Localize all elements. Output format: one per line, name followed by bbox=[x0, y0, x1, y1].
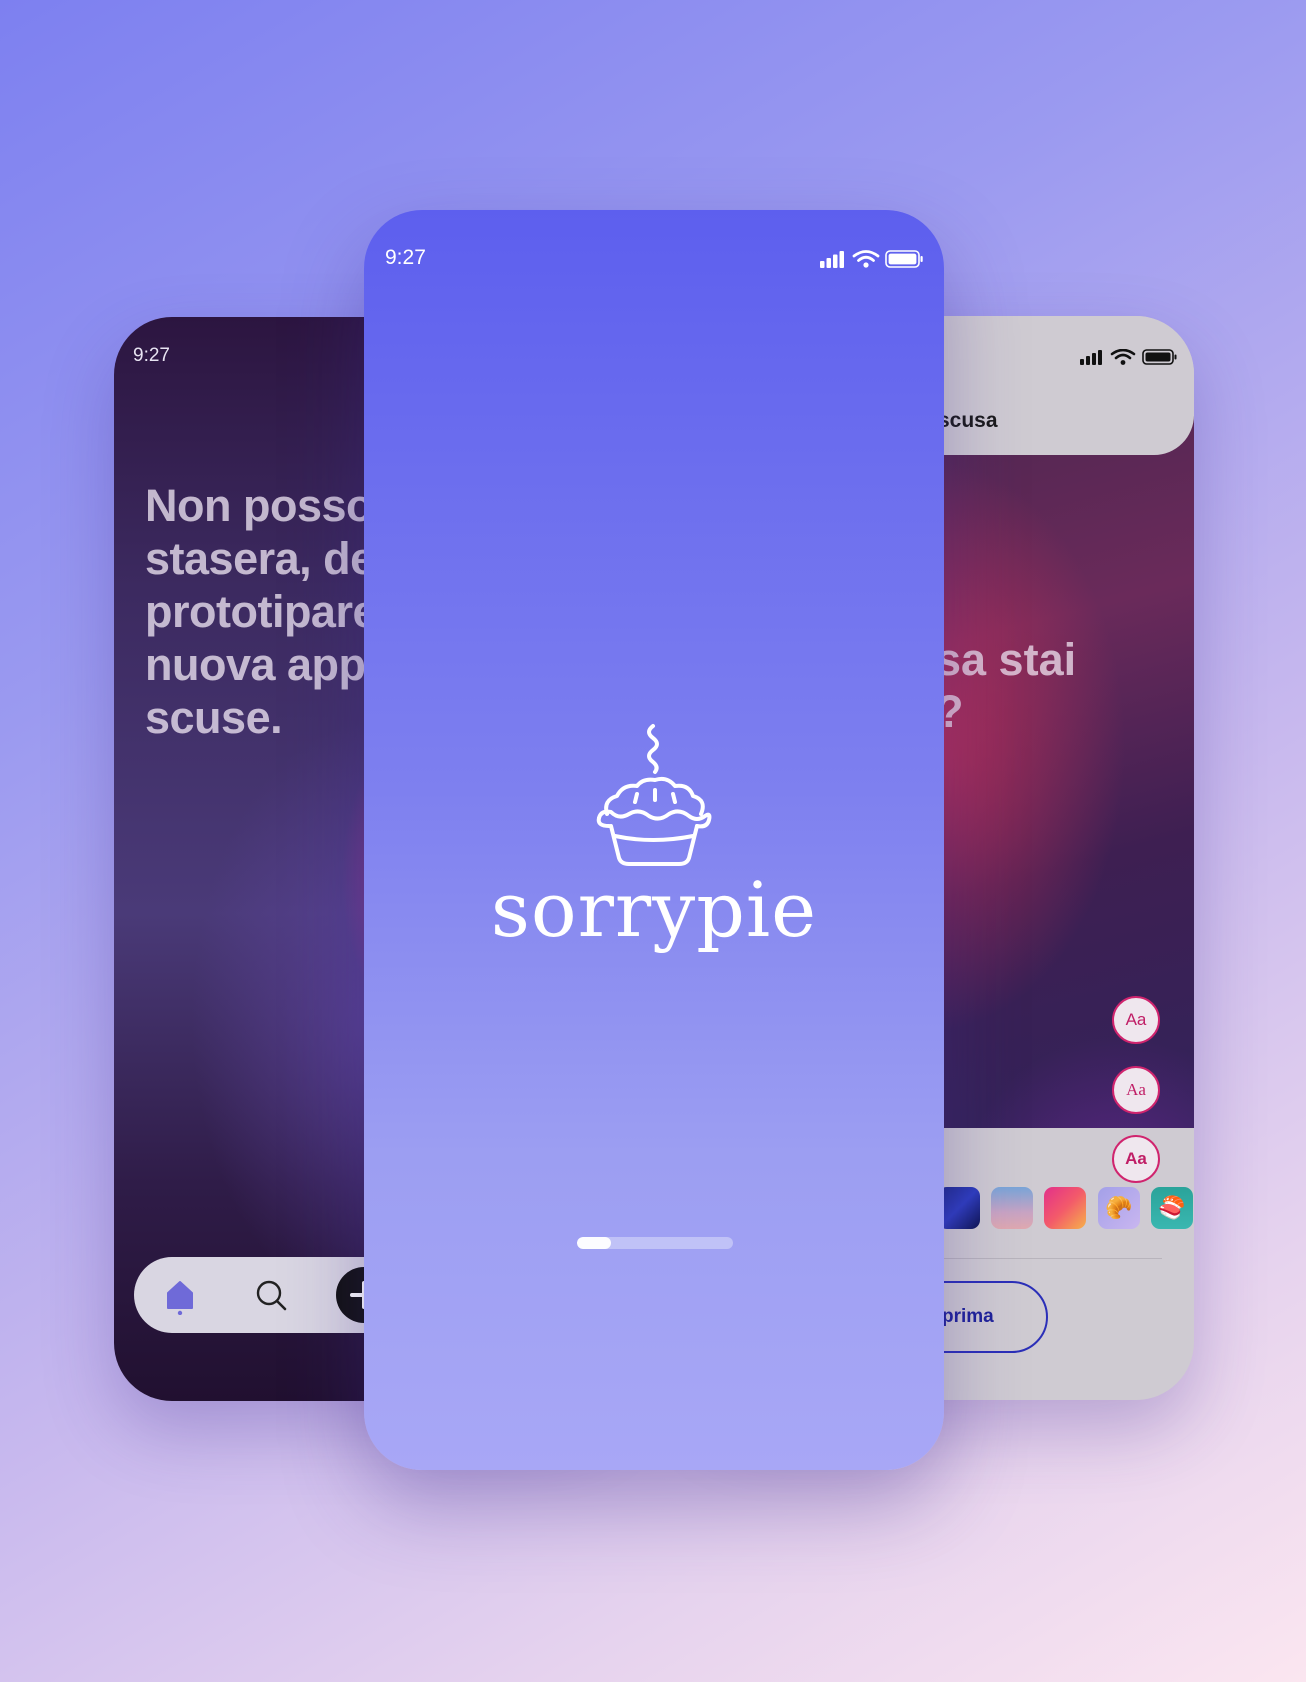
battery-icon bbox=[1142, 349, 1177, 365]
wifi-icon bbox=[1110, 348, 1136, 365]
signal-icon bbox=[820, 251, 844, 268]
signal-icon bbox=[1080, 350, 1102, 365]
wifi-icon bbox=[852, 250, 880, 268]
background-swatch[interactable]: 🥐 bbox=[1098, 1187, 1140, 1229]
battery-icon bbox=[885, 250, 923, 268]
excuse-text-content: Non posso stasera, de prototipare nuova … bbox=[145, 480, 378, 743]
status-icons bbox=[1080, 348, 1178, 365]
loading-progress-bar bbox=[577, 1237, 733, 1249]
croissant-icon: 🥐 bbox=[1105, 1195, 1133, 1220]
divider bbox=[938, 1258, 1162, 1259]
background-swatch[interactable]: 🍣 bbox=[1151, 1187, 1193, 1229]
status-time: 9:27 bbox=[133, 345, 170, 366]
status-time: 9:27 bbox=[385, 246, 426, 269]
app-brand-name: sorrypie bbox=[490, 865, 818, 954]
pie-logo-icon bbox=[593, 722, 715, 872]
loading-progress-fill bbox=[577, 1237, 612, 1249]
splash-screen: 9:27 sorrypie bbox=[364, 210, 944, 1470]
sushi-icon: 🍣 bbox=[1158, 1195, 1186, 1220]
status-icons bbox=[820, 250, 924, 268]
background-swatch[interactable] bbox=[991, 1187, 1033, 1229]
home-icon[interactable] bbox=[160, 1275, 200, 1316]
background-swatch[interactable] bbox=[938, 1187, 980, 1229]
search-icon[interactable] bbox=[251, 1275, 291, 1315]
font-serif-button[interactable]: Aa bbox=[1112, 1066, 1160, 1114]
editor-title: scusa bbox=[938, 409, 998, 432]
excuse-preview-text: sa stai ? bbox=[936, 634, 1077, 737]
font-bold-button[interactable]: Aa bbox=[1112, 1135, 1160, 1183]
font-sans-button[interactable]: Aa bbox=[1112, 996, 1160, 1044]
background-swatch[interactable] bbox=[1044, 1187, 1086, 1229]
